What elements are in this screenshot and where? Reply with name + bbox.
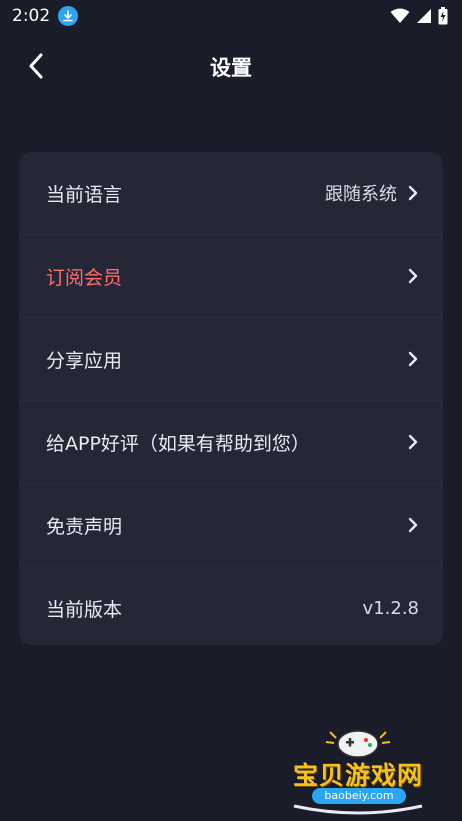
wifi-icon: [390, 8, 410, 23]
setting-row-rate[interactable]: 给APP好评（如果有帮助到您）: [19, 401, 443, 484]
status-right: [390, 7, 448, 25]
status-left: 2:02: [12, 6, 79, 26]
setting-right: [407, 434, 419, 450]
setting-label: 分享应用: [46, 349, 123, 372]
chevron-right-icon: [408, 351, 418, 367]
setting-row-share[interactable]: 分享应用: [19, 318, 443, 401]
setting-row-subscribe[interactable]: 订阅会员: [19, 235, 443, 318]
setting-right: 跟随系统: [325, 180, 419, 206]
setting-row-disclaimer[interactable]: 免责声明: [19, 484, 443, 567]
settings-card: 当前语言 跟随系统 订阅会员 分享应用 给APP好评（如果有帮助到您） 免责声明…: [19, 152, 443, 645]
signal-icon: [417, 9, 431, 23]
header: 设置: [0, 38, 462, 94]
setting-right: [407, 517, 419, 533]
chevron-right-icon: [408, 434, 418, 450]
status-bar: 2:02: [0, 0, 462, 32]
battery-icon: [438, 7, 448, 25]
page-title: 设置: [210, 56, 252, 80]
setting-label: 给APP好评（如果有帮助到您）: [46, 432, 310, 455]
setting-right: v1.2.8: [363, 598, 419, 619]
watermark-swoosh: [293, 804, 423, 815]
watermark-text: 宝贝游戏网: [292, 761, 423, 790]
setting-value: 跟随系统: [325, 184, 397, 205]
chevron-right-icon: [408, 185, 418, 201]
watermark-url: baobeiy.com: [312, 788, 406, 804]
setting-label: 当前语言: [46, 183, 123, 206]
chevron-right-icon: [408, 517, 418, 533]
setting-right: [407, 351, 419, 367]
setting-right: [407, 268, 419, 284]
setting-label: 当前版本: [46, 599, 123, 621]
setting-row-language[interactable]: 当前语言 跟随系统: [19, 152, 443, 235]
setting-row-version: 当前版本 v1.2.8: [19, 567, 443, 645]
setting-label: 订阅会员: [46, 266, 123, 289]
chevron-right-icon: [408, 268, 418, 284]
download-icon: [58, 6, 79, 26]
setting-label: 免责声明: [46, 515, 123, 538]
watermark-logo: 宝贝游戏网 baobeiy.com: [286, 724, 430, 816]
version-value: v1.2.8: [362, 598, 419, 619]
status-time: 2:02: [12, 6, 51, 26]
